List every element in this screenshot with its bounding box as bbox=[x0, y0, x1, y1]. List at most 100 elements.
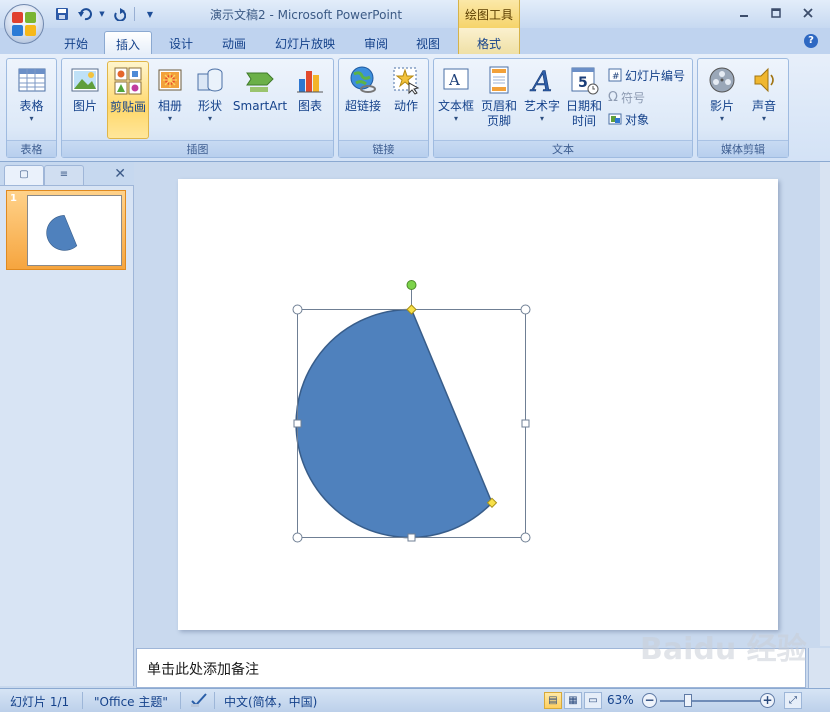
textbox-icon: A bbox=[441, 65, 471, 95]
customize-qat-icon[interactable]: ▼ bbox=[140, 5, 160, 23]
zoom-level[interactable]: 63% bbox=[607, 693, 634, 707]
undo-icon[interactable] bbox=[75, 5, 95, 23]
hyperlink-button[interactable]: 超链接 bbox=[341, 61, 385, 139]
tab-animations[interactable]: 动画 bbox=[214, 31, 254, 54]
picture-button-label: 图片 bbox=[72, 99, 97, 113]
tab-review[interactable]: 审阅 bbox=[356, 31, 396, 54]
zoom-slider-thumb[interactable] bbox=[684, 694, 692, 707]
movie-button-label: 影片 bbox=[709, 99, 734, 113]
header-footer-icon bbox=[484, 65, 514, 95]
group-table: 表格 ▾ 表格 bbox=[6, 58, 57, 158]
symbol-button[interactable]: Ω 符号 bbox=[608, 87, 645, 107]
slide-thumbnail[interactable] bbox=[27, 195, 122, 266]
window-title: 演示文稿2 - Microsoft PowerPoint bbox=[210, 8, 403, 22]
object-button[interactable]: 对象 bbox=[608, 109, 649, 129]
chart-button-label: 图表 bbox=[297, 99, 322, 113]
photo-album-button[interactable]: 相册 ▾ bbox=[151, 61, 189, 139]
slide-number-label: 幻灯片编号 bbox=[625, 68, 686, 83]
language-info: 中文(简体，中国) bbox=[224, 695, 318, 709]
resize-handle-right[interactable] bbox=[521, 419, 530, 428]
office-button[interactable] bbox=[4, 4, 44, 44]
wordart-button-label: 艺术字 bbox=[523, 99, 560, 113]
minimize-icon[interactable] bbox=[728, 2, 760, 24]
resize-handle-bottom[interactable] bbox=[407, 533, 416, 542]
notes-scrollbar[interactable] bbox=[808, 648, 830, 688]
close-icon[interactable] bbox=[792, 2, 824, 24]
tab-home[interactable]: 开始 bbox=[58, 31, 94, 54]
photo-album-button-label: 相册 bbox=[157, 99, 182, 113]
rotation-handle[interactable] bbox=[406, 280, 417, 290]
textbox-button-label: 文本框 bbox=[437, 99, 474, 113]
sound-button[interactable]: 声音 ▾ bbox=[744, 61, 784, 139]
notes-pane[interactable]: 单击此处添加备注 bbox=[136, 648, 806, 688]
slide-thumbnail-selected[interactable]: 1 bbox=[6, 190, 126, 270]
group-links: 超链接 动作 链接 bbox=[338, 58, 429, 158]
group-label-text: 文本 bbox=[434, 140, 692, 157]
clipart-icon bbox=[113, 66, 143, 96]
spell-check-icon[interactable] bbox=[190, 692, 208, 711]
group-label-media: 媒体剪辑 bbox=[698, 140, 788, 157]
table-icon bbox=[17, 65, 47, 95]
resize-handle-bottom-left[interactable] bbox=[292, 532, 303, 543]
chevron-down-icon: ▾ bbox=[167, 114, 172, 123]
fit-to-window-icon[interactable]: ⤢ bbox=[784, 692, 802, 709]
clipart-button[interactable]: 剪贴画 bbox=[107, 61, 149, 139]
slideshow-view-icon[interactable]: ▭ bbox=[584, 692, 602, 709]
date-time-button-label: 日期和 时间 bbox=[565, 99, 602, 128]
resize-handle-top-left[interactable] bbox=[292, 304, 303, 315]
help-icon[interactable]: ? bbox=[804, 34, 818, 48]
resize-handle-bottom-right[interactable] bbox=[520, 532, 531, 543]
action-button[interactable]: 动作 bbox=[387, 61, 425, 139]
shapes-icon bbox=[195, 65, 225, 95]
thumbnail-shape bbox=[46, 215, 78, 251]
tab-design[interactable]: 设计 bbox=[162, 31, 200, 54]
slide-canvas[interactable] bbox=[178, 179, 778, 630]
shapes-button[interactable]: 形状 ▾ bbox=[191, 61, 229, 139]
redo-icon[interactable] bbox=[109, 5, 129, 23]
header-footer-button[interactable]: 页眉和 页脚 bbox=[478, 61, 520, 139]
normal-view-icon[interactable]: ▤ bbox=[544, 692, 562, 709]
sound-icon bbox=[749, 65, 779, 95]
slide-number-icon: # bbox=[608, 68, 622, 82]
outline-tab-icon[interactable]: ≡ bbox=[44, 165, 84, 185]
save-icon[interactable] bbox=[52, 5, 72, 23]
group-label-links: 链接 bbox=[339, 140, 428, 157]
vertical-scrollbar[interactable] bbox=[820, 162, 830, 646]
pie-shape[interactable] bbox=[295, 308, 493, 539]
close-icon[interactable]: ✕ bbox=[114, 166, 126, 182]
tab-slideshow[interactable]: 幻灯片放映 bbox=[268, 31, 342, 54]
tab-format[interactable]: 格式 bbox=[458, 28, 520, 54]
movie-button[interactable]: 影片 ▾ bbox=[702, 61, 742, 139]
zoom-in-icon[interactable]: + bbox=[760, 693, 775, 708]
zoom-out-icon[interactable]: − bbox=[642, 693, 657, 708]
slide-number-button[interactable]: # 幻灯片编号 bbox=[608, 65, 685, 85]
table-button[interactable]: 表格 ▾ bbox=[9, 61, 54, 139]
textbox-button[interactable]: A 文本框 ▾ bbox=[436, 61, 476, 139]
date-time-button[interactable]: 5 日期和 时间 bbox=[564, 61, 604, 139]
maximize-icon[interactable] bbox=[760, 2, 792, 24]
smartart-button[interactable]: SmartArt bbox=[231, 61, 289, 139]
slides-tab-icon[interactable]: ▢ bbox=[4, 165, 44, 185]
tab-view[interactable]: 视图 bbox=[408, 31, 448, 54]
zoom-slider-track[interactable] bbox=[660, 700, 762, 702]
object-label: 对象 bbox=[625, 112, 650, 127]
picture-icon bbox=[70, 65, 100, 95]
chart-button[interactable]: 图表 bbox=[291, 61, 329, 139]
theme-name: "Office 主题" bbox=[94, 695, 168, 709]
slide-sorter-view-icon[interactable]: ▦ bbox=[564, 692, 582, 709]
resize-handle-top-right[interactable] bbox=[520, 304, 531, 315]
group-label-table: 表格 bbox=[7, 140, 56, 157]
undo-dropdown-icon[interactable]: ▼ bbox=[98, 5, 106, 23]
qat-separator bbox=[134, 7, 135, 21]
action-button-label: 动作 bbox=[393, 99, 418, 113]
resize-handle-left[interactable] bbox=[293, 419, 302, 428]
wordart-button[interactable]: A 艺术字 ▾ bbox=[522, 61, 562, 139]
ribbon: 表格 ▾ 表格 图片 剪贴画 相册 ▾ 形状 ▾ SmartArt 图表 插图 … bbox=[0, 54, 830, 162]
picture-button[interactable]: 图片 bbox=[66, 61, 104, 139]
sound-button-label: 声音 bbox=[751, 99, 776, 113]
tab-insert[interactable]: 插入 bbox=[104, 31, 152, 54]
photo-album-icon bbox=[155, 65, 185, 95]
slide-editing-area bbox=[136, 162, 830, 646]
status-separator bbox=[180, 692, 181, 709]
chevron-down-icon: ▾ bbox=[29, 114, 34, 123]
